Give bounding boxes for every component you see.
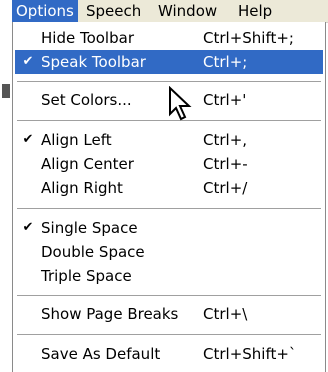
menu-bar: Options Speech Window Help xyxy=(12,0,328,23)
menu-item-shortcut: Ctrl+' xyxy=(203,91,247,109)
menu-item-triple-space[interactable]: Triple Space xyxy=(15,264,323,288)
options-dropdown-menu: Hide Toolbar Ctrl+Shift+; ✔ Speak Toolba… xyxy=(12,22,326,372)
menu-item-speak-toolbar[interactable]: ✔ Speak Toolbar Ctrl+; xyxy=(15,50,323,74)
menu-item-shortcut: Ctrl+Shift+; xyxy=(203,29,294,47)
menu-separator xyxy=(17,295,321,296)
menu-item-double-space[interactable]: Double Space xyxy=(15,240,323,264)
mouse-pointer-icon xyxy=(169,86,192,121)
menu-item-hide-toolbar[interactable]: Hide Toolbar Ctrl+Shift+; xyxy=(15,26,323,50)
menu-item-single-space[interactable]: ✔ Single Space xyxy=(15,216,323,240)
menu-item-shortcut: Ctrl+/ xyxy=(203,179,248,197)
menu-help[interactable]: Help xyxy=(234,0,276,22)
menu-speech[interactable]: Speech xyxy=(82,0,145,22)
menu-item-label: Double Space xyxy=(41,243,145,261)
menu-item-label: Single Space xyxy=(41,219,138,237)
menu-item-align-right[interactable]: Align Right Ctrl+/ xyxy=(15,176,323,200)
window-left-edge xyxy=(0,22,12,372)
menu-item-label: Speak Toolbar xyxy=(41,53,146,71)
menu-item-align-center[interactable]: Align Center Ctrl+- xyxy=(15,152,323,176)
menu-item-label: Align Center xyxy=(41,155,134,173)
menu-item-shortcut: Ctrl+; xyxy=(203,53,248,71)
menu-item-shortcut: Ctrl+Shift+` xyxy=(203,345,297,363)
menu-item-shortcut: Ctrl+, xyxy=(203,131,248,149)
menu-item-label: Save As Default xyxy=(41,345,161,363)
menu-item-align-left[interactable]: ✔ Align Left Ctrl+, xyxy=(15,128,323,152)
checkmark-icon: ✔ xyxy=(22,220,34,235)
menu-item-label: Set Colors... xyxy=(41,91,132,109)
menu-item-label: Hide Toolbar xyxy=(41,29,134,47)
menu-item-shortcut: Ctrl+\ xyxy=(203,305,248,323)
menu-item-shortcut: Ctrl+- xyxy=(203,155,248,173)
menu-separator xyxy=(17,208,321,209)
menu-item-show-page-breaks[interactable]: Show Page Breaks Ctrl+\ xyxy=(15,302,323,326)
checkmark-icon: ✔ xyxy=(22,132,34,147)
menu-item-label: Triple Space xyxy=(41,267,132,285)
menu-item-label: Show Page Breaks xyxy=(41,305,179,323)
menu-window[interactable]: Window xyxy=(154,0,221,22)
window-edge-mark xyxy=(2,84,10,98)
menu-item-label: Align Right xyxy=(41,179,123,197)
menu-item-save-as-default[interactable]: Save As Default Ctrl+Shift+` xyxy=(15,342,323,366)
menu-separator xyxy=(17,81,321,82)
menu-separator xyxy=(17,334,321,335)
menu-item-label: Align Left xyxy=(41,131,112,149)
menu-options[interactable]: Options xyxy=(12,0,78,22)
checkmark-icon: ✔ xyxy=(22,54,34,69)
